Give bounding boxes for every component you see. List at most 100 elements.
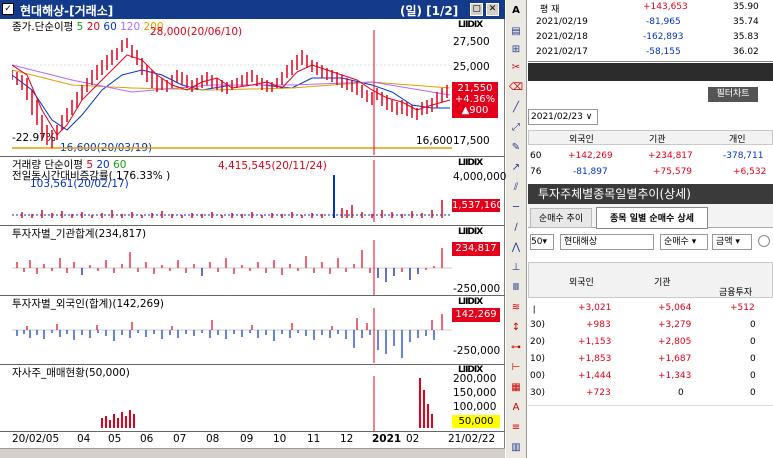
cross-icon[interactable]: ⊥ — [508, 260, 524, 276]
table-row[interactable]: 2021/02/18 -162,893 35.83 — [528, 32, 773, 45]
fan-icon[interactable]: ⋀ — [508, 240, 524, 256]
net-buy-select[interactable]: 순매수 ▾ — [660, 234, 708, 250]
table-row[interactable]: ㅣ +3,021 +5,064 +512 — [528, 303, 773, 316]
inst-panel-controls[interactable]: LIIDIX — [458, 227, 483, 237]
tab-net-trend[interactable]: 순매수 추이 — [530, 208, 592, 228]
row-net: -162,893 — [643, 32, 684, 42]
volume-profile-icon[interactable]: ▥ — [508, 440, 524, 456]
table-row[interactable]: 76 -81,897 +75,579 +6,532 — [528, 167, 773, 180]
row-inst: +75,579 — [653, 167, 693, 177]
table-row[interactable]: 평 재 +143,653 35.90 — [528, 2, 773, 15]
table-row[interactable]: 10) +1,853 +1,687 0 — [528, 354, 773, 367]
checkbox-icon[interactable]: ✓ — [2, 3, 14, 15]
chart-window: ✓ 현대해상-[거래소] (일) [1/2] ▢ ✕ 종가.단순이평 5 20 … — [0, 0, 507, 458]
buyback-tick-3: 100,000 — [453, 401, 497, 413]
fibo-icon[interactable]: ≋ — [508, 300, 524, 316]
row-val: 36.02 — [733, 47, 759, 57]
arrow-icon[interactable]: ↗ — [508, 160, 524, 176]
row-inst: 0 — [678, 388, 684, 398]
table-row[interactable]: 30) +723 0 0 — [528, 388, 773, 401]
tab-daily-detail[interactable]: 종목 일별 순매수 상세 — [596, 207, 708, 229]
table-row[interactable]: 20) +1,153 +2,805 0 — [528, 337, 773, 350]
close-icon[interactable]: ✕ — [486, 3, 499, 16]
row-date: 평 재 — [540, 5, 560, 15]
daily-table: 평 재 +143,653 35.90 2021/02/19 -81,965 35… — [528, 0, 773, 62]
buyback-tick-1: 200,000 — [453, 373, 497, 385]
row-val: 35.74 — [733, 17, 759, 27]
panel-controls[interactable]: LIIDIX — [458, 20, 483, 30]
table-empty-area — [528, 405, 773, 458]
row-val: 35.83 — [733, 32, 759, 42]
code-select[interactable]: 50▾ — [530, 234, 554, 250]
price-tick-4: 17,500 — [453, 135, 490, 147]
row-inst: +1,687 — [658, 354, 692, 364]
row-inst: +5,064 — [658, 303, 692, 313]
row-inst: +234,817 — [648, 151, 693, 161]
header-inst: 기관 — [649, 135, 666, 145]
x-end-label: 21/02/22 — [448, 433, 496, 445]
bottom-tabs: 순매수 추이 종목 일별 순매수 상세 — [528, 204, 773, 229]
chart-scrollbar[interactable] — [0, 448, 505, 458]
amount-select[interactable]: 금액 ▾ — [712, 234, 752, 250]
hline-icon[interactable]: ─ — [508, 200, 524, 216]
header-indiv: 개인 — [729, 135, 746, 145]
row-fin: 0 — [750, 320, 756, 330]
eraser-icon[interactable]: ⌫ — [508, 80, 524, 96]
price-tick-2: 25,000 — [453, 61, 490, 73]
x-label-7: 10 — [273, 433, 287, 445]
buyback-chart — [101, 376, 433, 431]
radio-option[interactable] — [758, 235, 770, 247]
period-icon[interactable]: ⊢ — [508, 360, 524, 376]
fibo-time-icon[interactable]: ≡ — [508, 420, 524, 436]
x-label-10: 2021 — [372, 433, 402, 445]
table-row[interactable]: 2021/02/19 -81,965 35.74 — [528, 17, 773, 30]
header-inst: 기관 — [654, 278, 671, 288]
range-icon[interactable]: ↕ — [508, 320, 524, 336]
text-icon[interactable]: A — [508, 400, 524, 416]
grid-icon[interactable]: ⊞ — [508, 42, 524, 58]
table-row[interactable]: 60 +142,269 +234,817 -378,711 — [528, 151, 773, 164]
header-foreign: 외국인 — [569, 135, 594, 145]
table-row[interactable]: 30) +983 +3,279 0 — [528, 320, 773, 333]
pencil-icon[interactable]: ✎ — [508, 140, 524, 156]
delete-all-icon[interactable]: ✂ — [508, 60, 524, 76]
filter-chart-button[interactable]: 필터차트 — [708, 87, 758, 102]
row-inst: +3,279 — [658, 320, 692, 330]
table-row[interactable]: 2021/02/17 -58,155 36.02 — [528, 47, 773, 60]
window-titlebar[interactable]: ✓ 현대해상-[거래소] (일) [1/2] ▢ ✕ — [0, 0, 505, 19]
vline-icon[interactable]: Ⅲ — [508, 280, 524, 296]
last-price: 21,550 — [457, 83, 493, 94]
table-row[interactable]: 00) +1,444 +1,343 0 — [528, 371, 773, 384]
date-select[interactable]: 2021/02/23 ∨ — [528, 109, 598, 125]
row-lead: 20) — [530, 337, 545, 347]
row-lead: 10) — [530, 354, 545, 364]
header-foreign: 외국인 — [569, 278, 594, 288]
bottom-panel-title: 투자주체별종목일별추이(상세) — [528, 184, 773, 204]
x-label-8: 11 — [307, 433, 321, 445]
row-fin: 0 — [750, 388, 756, 398]
row-inst: +1,343 — [658, 371, 692, 381]
measure-icon[interactable]: ⊶ — [508, 340, 524, 356]
row-fin: 0 — [750, 371, 756, 381]
channel-icon[interactable]: ⫽ — [508, 180, 524, 196]
trend-icon[interactable]: ⤢ — [508, 120, 524, 136]
volume-chart — [12, 160, 452, 222]
row-foreign: +142,269 — [568, 151, 613, 161]
volume-panel-controls[interactable]: LIIDIX — [458, 158, 483, 168]
restore-icon[interactable]: ▢ — [470, 3, 483, 16]
gann-icon[interactable]: ▦ — [508, 380, 524, 396]
cursor-icon[interactable]: ▤ — [508, 24, 524, 40]
inst-chart — [12, 240, 452, 295]
stock-input[interactable]: 현대해상 — [560, 234, 654, 250]
stock-name: 현대해상 — [564, 237, 598, 247]
diagonal-icon[interactable]: ∕ — [508, 220, 524, 236]
row-fin: 0 — [750, 337, 756, 347]
foreign-panel-controls[interactable]: LIIDIX — [458, 297, 483, 307]
row-inst: +2,805 — [658, 337, 692, 347]
line-icon[interactable]: ╱ — [508, 100, 524, 116]
price-tick-1: 27,500 — [453, 36, 490, 48]
last-price-box: 21,550 +4.36% ▲900 — [452, 82, 498, 118]
change-pct: +4.36% — [454, 94, 496, 105]
volume-tick-1: 4,000,000 — [453, 171, 507, 183]
row-date: 2021/02/17 — [536, 47, 588, 57]
